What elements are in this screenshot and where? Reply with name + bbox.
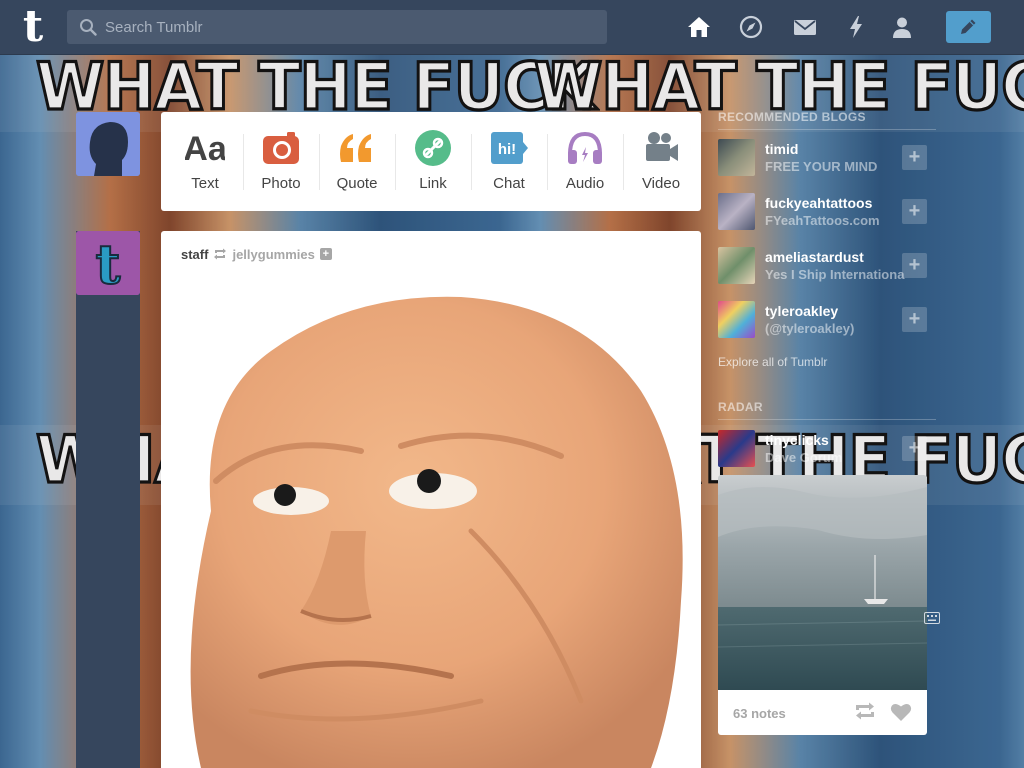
explore-compass-icon[interactable]	[738, 14, 764, 40]
user-silhouette-icon	[76, 112, 140, 176]
radar-post-footer: 63 notes	[718, 690, 927, 735]
blog-name: timid	[765, 141, 799, 157]
blog-subtitle: FYeahTattoos.com	[765, 213, 880, 228]
video-camera-icon	[646, 132, 678, 161]
post-photo-face[interactable]	[161, 281, 701, 768]
blog-name: tyleroakley	[765, 303, 839, 319]
recommended-blog-row[interactable]: fuckyeahtattoos FYeahTattoos.com +	[718, 189, 928, 233]
follow-blog-button[interactable]: +	[902, 145, 927, 170]
divider	[718, 419, 936, 420]
compose-post-button[interactable]	[946, 11, 991, 43]
blog-name: fuckyeahtattoos	[765, 195, 873, 211]
post-type-label: Link	[419, 175, 447, 192]
blog-name: tinyclicks	[765, 432, 829, 448]
follow-blog-button[interactable]: +	[902, 307, 927, 332]
messages-envelope-icon[interactable]	[792, 14, 818, 40]
new-text-post-button[interactable]: Aa Text	[167, 112, 243, 211]
recommended-blogs-heading: RECOMMENDED BLOGS	[718, 110, 866, 124]
search-box[interactable]	[67, 10, 607, 44]
recommended-blog-row[interactable]: ameliastardust Yes I Ship International …	[718, 243, 928, 287]
post-avatar-rail	[76, 231, 140, 768]
staff-avatar[interactable]: t	[76, 231, 140, 295]
heart-like-icon[interactable]	[890, 702, 912, 722]
top-navigation-bar: t	[0, 0, 1024, 55]
new-chat-post-button[interactable]: hi! Chat	[471, 112, 547, 211]
blog-subtitle: FREE YOUR MIND	[765, 159, 878, 174]
explore-all-link[interactable]: Explore all of Tumblr	[718, 355, 827, 369]
new-quote-post-button[interactable]: Quote	[319, 112, 395, 211]
post-type-label: Chat	[493, 175, 525, 192]
text-icon: Aa	[185, 130, 225, 166]
svg-text:hi!: hi!	[498, 141, 516, 158]
follow-blog-button[interactable]: +	[902, 253, 927, 278]
right-sidebar: RECOMMENDED BLOGS timid FREE YOUR MIND +…	[706, 100, 942, 768]
post-author-link[interactable]: staff	[181, 247, 208, 262]
blog-subtitle: Yes I Ship International	[765, 267, 905, 282]
svg-text:t: t	[96, 232, 121, 295]
post-type-label: Audio	[565, 175, 605, 192]
notes-count[interactable]: 63 notes	[733, 706, 786, 721]
follow-blog-button[interactable]: +	[902, 199, 927, 224]
post-header: staff jellygummies +	[181, 247, 332, 262]
radar-blog-row[interactable]: tinyclicks Dave Gorum +	[718, 426, 928, 470]
account-person-icon[interactable]	[889, 14, 915, 40]
follow-source-button[interactable]: +	[319, 248, 332, 260]
blog-subtitle: (@tyleroakley)	[765, 321, 855, 336]
post-type-label: Photo	[261, 175, 301, 192]
blog-subtitle: Dave Gorum	[765, 450, 843, 465]
search-icon	[80, 19, 97, 36]
blog-avatar	[718, 247, 755, 284]
svg-text:Aa: Aa	[185, 130, 225, 166]
activity-lightning-icon[interactable]	[843, 14, 869, 40]
radar-photo-sailboat[interactable]	[718, 475, 927, 690]
radar-post-card: 63 notes	[718, 475, 927, 735]
keyboard-shortcuts-icon[interactable]	[924, 612, 940, 624]
blog-avatar	[718, 193, 755, 230]
user-avatar[interactable]	[76, 112, 140, 176]
recommended-blog-row[interactable]: timid FREE YOUR MIND +	[718, 135, 928, 179]
blog-avatar	[718, 301, 755, 338]
reblogged-from-link[interactable]: jellygummies	[232, 247, 314, 262]
tumblr-t-logo-icon: t	[76, 231, 140, 295]
new-audio-post-button[interactable]: Audio	[547, 112, 623, 211]
quote-icon	[340, 134, 371, 162]
post-type-label: Text	[191, 175, 219, 192]
chat-icon: hi!	[491, 132, 528, 164]
reblog-icon	[214, 248, 227, 260]
blog-avatar	[718, 430, 755, 467]
new-link-post-button[interactable]: Link	[395, 112, 471, 211]
blog-avatar	[718, 139, 755, 176]
link-icon	[415, 130, 451, 166]
new-video-post-button[interactable]: Video	[623, 112, 699, 211]
divider	[718, 129, 936, 130]
follow-blog-button[interactable]: +	[902, 436, 927, 461]
dashboard-post: staff jellygummies +	[161, 231, 701, 768]
radar-heading: RADAR	[718, 400, 763, 414]
tumblr-logo-icon[interactable]: t	[16, 5, 50, 49]
camera-icon	[263, 132, 299, 164]
new-photo-post-button[interactable]: Photo	[243, 112, 319, 211]
headphones-icon	[568, 131, 602, 164]
pencil-icon	[961, 19, 976, 34]
recommended-blog-row[interactable]: tyleroakley (@tyleroakley) +	[718, 297, 928, 341]
post-type-label: Video	[641, 175, 681, 192]
search-input[interactable]	[105, 10, 595, 44]
new-post-bar: Aa Text Photo Quote Link hi! Chat Audio …	[161, 112, 701, 211]
reblog-icon[interactable]	[854, 702, 876, 720]
post-type-label: Quote	[336, 175, 378, 192]
home-icon[interactable]	[686, 14, 712, 40]
blog-name: ameliastardust	[765, 249, 864, 265]
